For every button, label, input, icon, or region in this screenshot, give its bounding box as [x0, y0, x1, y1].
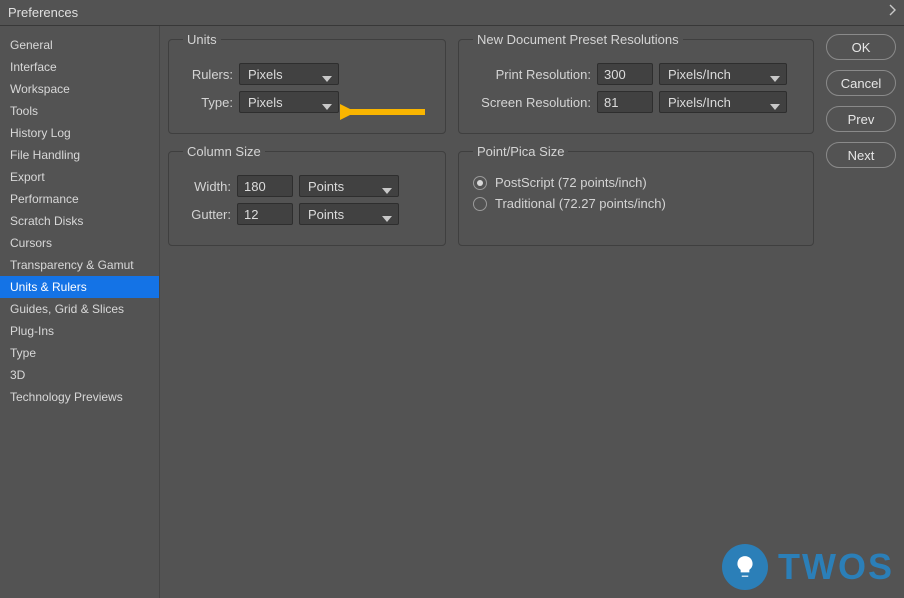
rulers-dropdown[interactable]: Pixels — [239, 63, 339, 85]
type-value: Pixels — [248, 95, 283, 110]
postscript-label: PostScript (72 points/inch) — [495, 175, 647, 190]
sidebar-item-performance[interactable]: Performance — [0, 188, 159, 210]
sidebar-item-general[interactable]: General — [0, 34, 159, 56]
print-res-unit: Pixels/Inch — [668, 67, 731, 82]
chevron-down-icon — [382, 211, 392, 226]
watermark-text: TWOS — [778, 546, 894, 588]
bulb-icon — [722, 544, 768, 590]
sidebar-item-technology-previews[interactable]: Technology Previews — [0, 386, 159, 408]
sidebar-item-workspace[interactable]: Workspace — [0, 78, 159, 100]
print-res-unit-dropdown[interactable]: Pixels/Inch — [659, 63, 787, 85]
screen-res-label: Screen Resolution: — [473, 95, 591, 110]
sidebar-item-scratch-disks[interactable]: Scratch Disks — [0, 210, 159, 232]
watermark: TWOS — [722, 544, 894, 590]
postscript-radio[interactable] — [473, 176, 487, 190]
sidebar-item-3d[interactable]: 3D — [0, 364, 159, 386]
sidebar-item-guides-grid-slices[interactable]: Guides, Grid & Slices — [0, 298, 159, 320]
sidebar-item-tools[interactable]: Tools — [0, 100, 159, 122]
close-icon[interactable] — [886, 3, 898, 19]
new-doc-panel: New Document Preset Resolutions Print Re… — [458, 32, 814, 134]
prev-button[interactable]: Prev — [826, 106, 896, 132]
sidebar-item-units-rulers[interactable]: Units & Rulers — [0, 276, 159, 298]
chevron-down-icon — [770, 99, 780, 114]
gutter-unit-dropdown[interactable]: Points — [299, 203, 399, 225]
chevron-down-icon — [770, 71, 780, 86]
units-legend: Units — [183, 32, 221, 47]
sidebar-item-export[interactable]: Export — [0, 166, 159, 188]
sidebar-item-type[interactable]: Type — [0, 342, 159, 364]
print-res-label: Print Resolution: — [473, 67, 591, 82]
point-pica-panel: Point/Pica Size PostScript (72 points/in… — [458, 144, 814, 246]
window-title: Preferences — [8, 5, 78, 20]
chevron-down-icon — [322, 71, 332, 86]
traditional-label: Traditional (72.27 points/inch) — [495, 196, 666, 211]
sidebar-item-cursors[interactable]: Cursors — [0, 232, 159, 254]
point-pica-legend: Point/Pica Size — [473, 144, 568, 159]
sidebar-item-file-handling[interactable]: File Handling — [0, 144, 159, 166]
gutter-unit: Points — [308, 207, 344, 222]
cancel-button[interactable]: Cancel — [826, 70, 896, 96]
width-unit-dropdown[interactable]: Points — [299, 175, 399, 197]
width-field[interactable]: 180 — [237, 175, 293, 197]
gutter-label: Gutter: — [183, 207, 231, 222]
traditional-radio[interactable] — [473, 197, 487, 211]
sidebar-item-interface[interactable]: Interface — [0, 56, 159, 78]
print-res-field[interactable]: 300 — [597, 63, 653, 85]
column-size-panel: Column Size Width: 180 Points Gutter: 12 — [168, 144, 446, 246]
gutter-field[interactable]: 12 — [237, 203, 293, 225]
screen-res-field[interactable]: 81 — [597, 91, 653, 113]
chevron-down-icon — [322, 99, 332, 114]
screen-res-unit: Pixels/Inch — [668, 95, 731, 110]
screen-res-unit-dropdown[interactable]: Pixels/Inch — [659, 91, 787, 113]
type-dropdown[interactable]: Pixels — [239, 91, 339, 113]
next-button[interactable]: Next — [826, 142, 896, 168]
type-label: Type: — [183, 95, 233, 110]
ok-button[interactable]: OK — [826, 34, 896, 60]
width-unit: Points — [308, 179, 344, 194]
units-panel: Units Rulers: Pixels Type: Pixels — [168, 32, 446, 134]
width-label: Width: — [183, 179, 231, 194]
sidebar-item-transparency-gamut[interactable]: Transparency & Gamut — [0, 254, 159, 276]
new-doc-legend: New Document Preset Resolutions — [473, 32, 683, 47]
titlebar: Preferences — [0, 0, 904, 26]
sidebar-item-plug-ins[interactable]: Plug-Ins — [0, 320, 159, 342]
rulers-value: Pixels — [248, 67, 283, 82]
rulers-label: Rulers: — [183, 67, 233, 82]
sidebar-item-history-log[interactable]: History Log — [0, 122, 159, 144]
chevron-down-icon — [382, 183, 392, 198]
preferences-sidebar: General Interface Workspace Tools Histor… — [0, 26, 160, 598]
column-size-legend: Column Size — [183, 144, 265, 159]
